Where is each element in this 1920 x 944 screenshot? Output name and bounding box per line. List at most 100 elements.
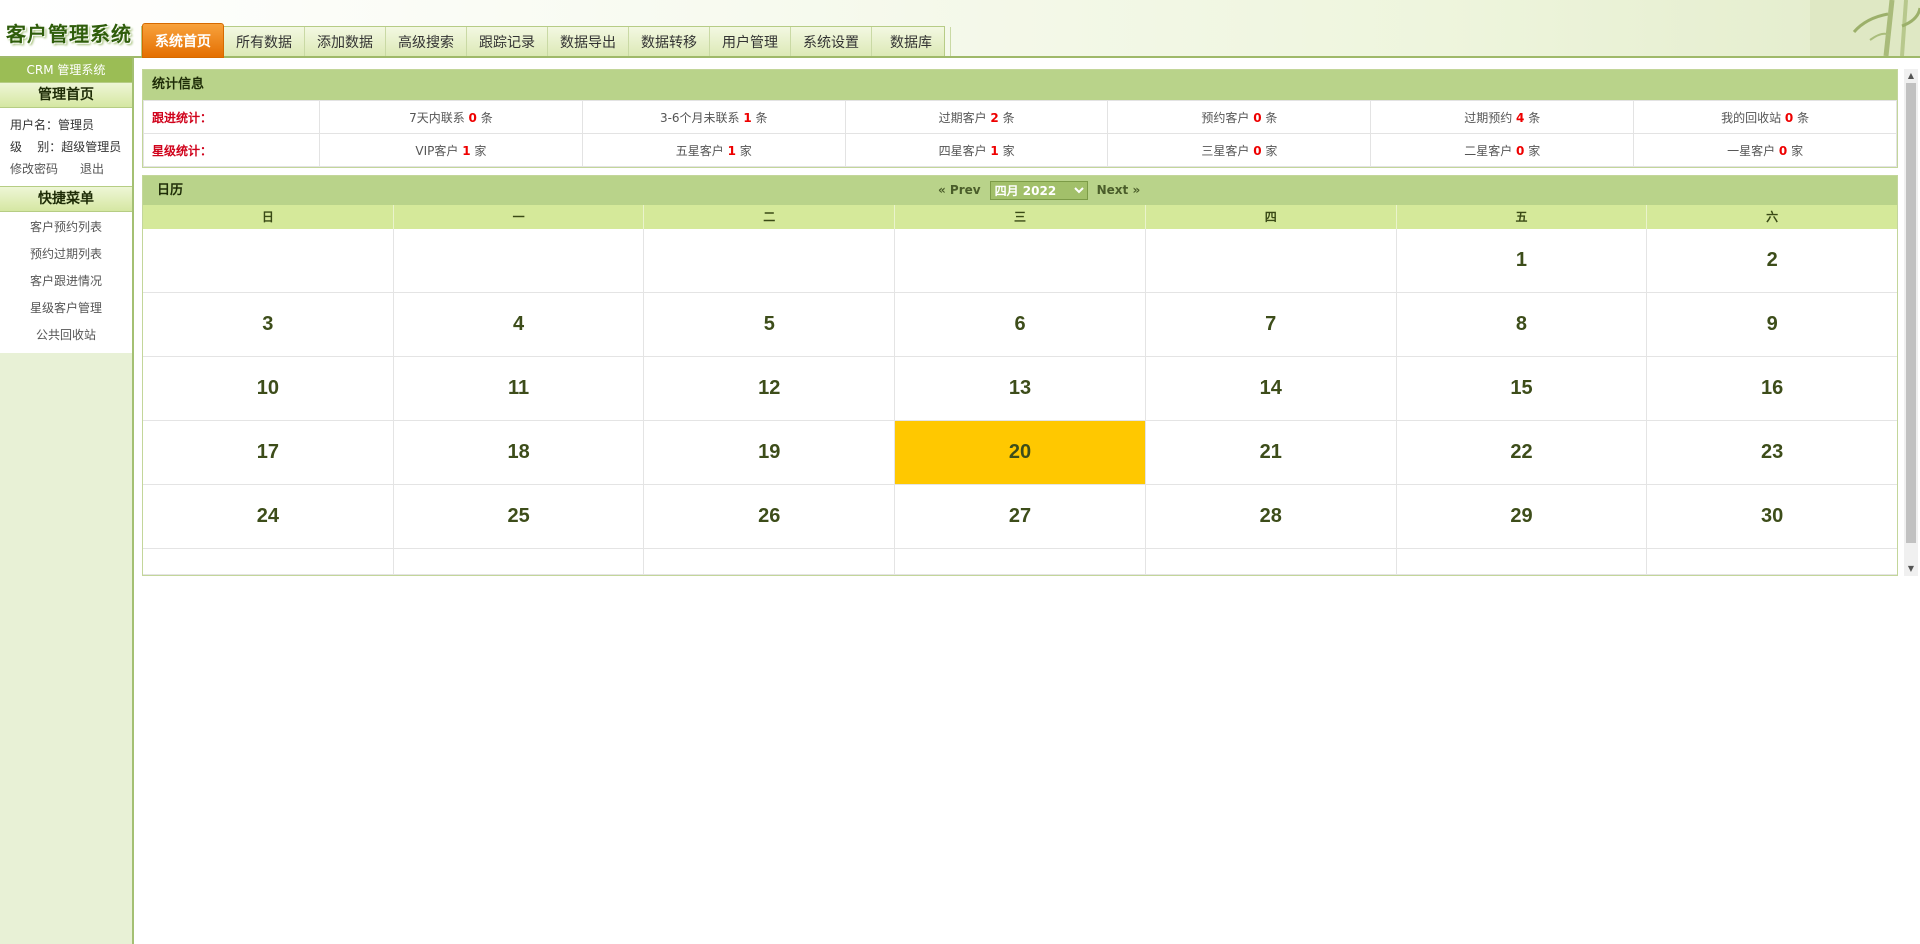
calendar-empty-cell	[895, 229, 1146, 293]
calendar-empty-cell	[1647, 549, 1897, 575]
calendar-day-cell[interactable]: 25	[393, 485, 645, 549]
nav-all-data[interactable]: 所有数据	[224, 27, 305, 56]
calendar-day-cell[interactable]: 26	[644, 485, 896, 549]
logout-link[interactable]: 退出	[80, 162, 104, 176]
stat-cell[interactable]: 预约客户 0 条	[1107, 100, 1372, 134]
calendar-empty-cell	[393, 549, 645, 575]
calendar-week-row: 12	[143, 229, 1897, 293]
quick-item-expired-appointments[interactable]: 预约过期列表	[0, 241, 132, 268]
stat-count: 0	[468, 110, 477, 125]
stat-label: 过期客户	[938, 110, 991, 125]
calendar-day-cell[interactable]: 29	[1396, 485, 1648, 549]
stat-count: 0	[1778, 143, 1788, 158]
calendar-empty-cell	[644, 229, 896, 293]
sidebar-section-home[interactable]: 管理首页	[0, 82, 132, 108]
nav-add-data[interactable]: 添加数据	[305, 27, 386, 56]
calendar-day-cell[interactable]: 14	[1145, 357, 1397, 421]
stats-table: 跟进统计： 7天内联系 0 条 3-6个月未联系 1 条 过期客户 2 条 预约…	[143, 100, 1897, 167]
calendar-day-cell[interactable]: 24	[143, 485, 394, 549]
scrollbar-thumb[interactable]	[1906, 83, 1916, 543]
calendar-day-cell[interactable]: 30	[1647, 485, 1897, 549]
stat-label: 预约客户	[1201, 110, 1254, 125]
calendar-day-cell[interactable]: 27	[895, 485, 1146, 549]
top-header: 客户管理系统 系统首页 所有数据 添加数据 高级搜索 跟踪记录 数据导出 数据转…	[0, 0, 1920, 58]
calendar-empty-cell	[644, 549, 896, 575]
stat-cell[interactable]: 我的回收站 0 条	[1633, 100, 1897, 134]
calendar-day-cell[interactable]: 9	[1647, 293, 1897, 357]
stat-unit: 条	[998, 110, 1015, 125]
stat-cell[interactable]: 7天内联系 0 条	[319, 100, 583, 134]
nav-home[interactable]: 系统首页	[142, 23, 224, 58]
calendar-week-row: 17 18 19 20 21 22 23	[143, 421, 1897, 485]
calendar-day-cell[interactable]: 22	[1396, 421, 1648, 485]
calendar-day-cell[interactable]: 3	[143, 293, 394, 357]
stat-cell[interactable]: 五星客户 1 家	[581, 133, 846, 167]
username-line: 用户名：管理员	[10, 118, 95, 132]
stat-cell[interactable]: 四星客户 1 家	[844, 133, 1109, 167]
stats-title: 统计信息	[143, 70, 1897, 100]
weekday-mon: 一	[394, 205, 645, 229]
calendar-day-cell[interactable]: 12	[644, 357, 896, 421]
stat-cell[interactable]: 三星客户 0 家	[1107, 133, 1372, 167]
nav-data-export[interactable]: 数据导出	[548, 27, 629, 56]
stat-cell[interactable]: 过期预约 4 条	[1370, 100, 1635, 134]
nav-follow-records[interactable]: 跟踪记录	[467, 27, 548, 56]
vertical-scrollbar[interactable]: ▲ ▼	[1904, 69, 1918, 576]
stat-cell[interactable]: 一星客户 0 家	[1633, 133, 1897, 167]
nav-database[interactable]: 数据库	[872, 27, 951, 56]
stat-count: 0	[1253, 143, 1262, 158]
stat-unit: 家	[470, 143, 487, 158]
calendar-day-cell[interactable]: 2	[1647, 229, 1897, 293]
stat-unit: 条	[476, 110, 493, 125]
stat-label: 四星客户	[938, 143, 991, 158]
calendar-day-cell[interactable]: 23	[1647, 421, 1897, 485]
scroll-down-icon[interactable]: ▼	[1904, 562, 1918, 576]
calendar-day-cell[interactable]: 17	[143, 421, 394, 485]
month-select[interactable]: 四月 2022	[989, 181, 1088, 200]
weekday-sat: 六	[1766, 210, 1779, 224]
calendar-day-cell[interactable]: 1	[1396, 229, 1648, 293]
stat-cell[interactable]: 3-6个月未联系 1 条	[581, 100, 846, 134]
weekday-tue: 二	[644, 205, 896, 229]
nav-advanced-search[interactable]: 高级搜索	[386, 27, 467, 56]
calendar-day-cell[interactable]: 7	[1145, 293, 1397, 357]
stat-label: 过期预约	[1464, 110, 1517, 125]
calendar-day-cell[interactable]: 6	[895, 293, 1146, 357]
scroll-up-icon[interactable]: ▲	[1904, 69, 1918, 83]
prev-month-link[interactable]: « Prev	[938, 176, 981, 205]
calendar-day-cell[interactable]: 21	[1145, 421, 1397, 485]
stat-cell[interactable]: VIP客户 1 家	[319, 133, 583, 167]
quick-item-public-recycle-bin[interactable]: 公共回收站	[0, 322, 132, 349]
calendar-day-cell[interactable]: 18	[393, 421, 645, 485]
calendar-day-cell[interactable]: 8	[1396, 293, 1648, 357]
stat-cell[interactable]: 过期客户 2 条	[844, 100, 1109, 134]
calendar-day-cell[interactable]: 4	[393, 293, 645, 357]
calendar-today-cell[interactable]: 20	[895, 421, 1146, 485]
change-password-link[interactable]: 修改密码	[10, 162, 58, 176]
calendar-day-cell[interactable]: 19	[644, 421, 896, 485]
next-month-link[interactable]: Next »	[1097, 176, 1141, 205]
stat-cell[interactable]: 二星客户 0 家	[1370, 133, 1635, 167]
calendar-panel: 日历 « Prev 四月 2022 Next » 日 一 二 三 四 五 六 1…	[142, 175, 1898, 576]
calendar-day-cell[interactable]: 28	[1145, 485, 1397, 549]
nav-system-settings[interactable]: 系统设置	[791, 27, 872, 56]
calendar-day-cell[interactable]: 16	[1647, 357, 1897, 421]
stats-row-label: 跟进统计：	[143, 100, 320, 134]
calendar-day-cell[interactable]: 11	[393, 357, 645, 421]
bamboo-decoration-icon	[1810, 0, 1920, 56]
nav-user-management[interactable]: 用户管理	[710, 27, 791, 56]
nav-data-transfer[interactable]: 数据转移	[629, 27, 710, 56]
weekday-header: 日 一 二 三 四 五 六	[143, 205, 1897, 229]
calendar-day-cell[interactable]: 13	[895, 357, 1146, 421]
user-level-line: 级 别：超级管理员	[10, 140, 122, 154]
calendar-day-cell[interactable]: 5	[644, 293, 896, 357]
quick-item-appointment-list[interactable]: 客户预约列表	[0, 214, 132, 241]
quick-item-star-customers[interactable]: 星级客户管理	[0, 295, 132, 322]
calendar-nav: « Prev 四月 2022 Next »	[938, 176, 1140, 205]
stat-label: VIP客户	[415, 143, 463, 158]
calendar-day-cell[interactable]: 15	[1396, 357, 1648, 421]
calendar-empty-cell	[895, 549, 1146, 575]
stat-label: 一星客户	[1727, 143, 1779, 158]
calendar-day-cell[interactable]: 10	[143, 357, 394, 421]
quick-item-follow-status[interactable]: 客户跟进情况	[0, 268, 132, 295]
